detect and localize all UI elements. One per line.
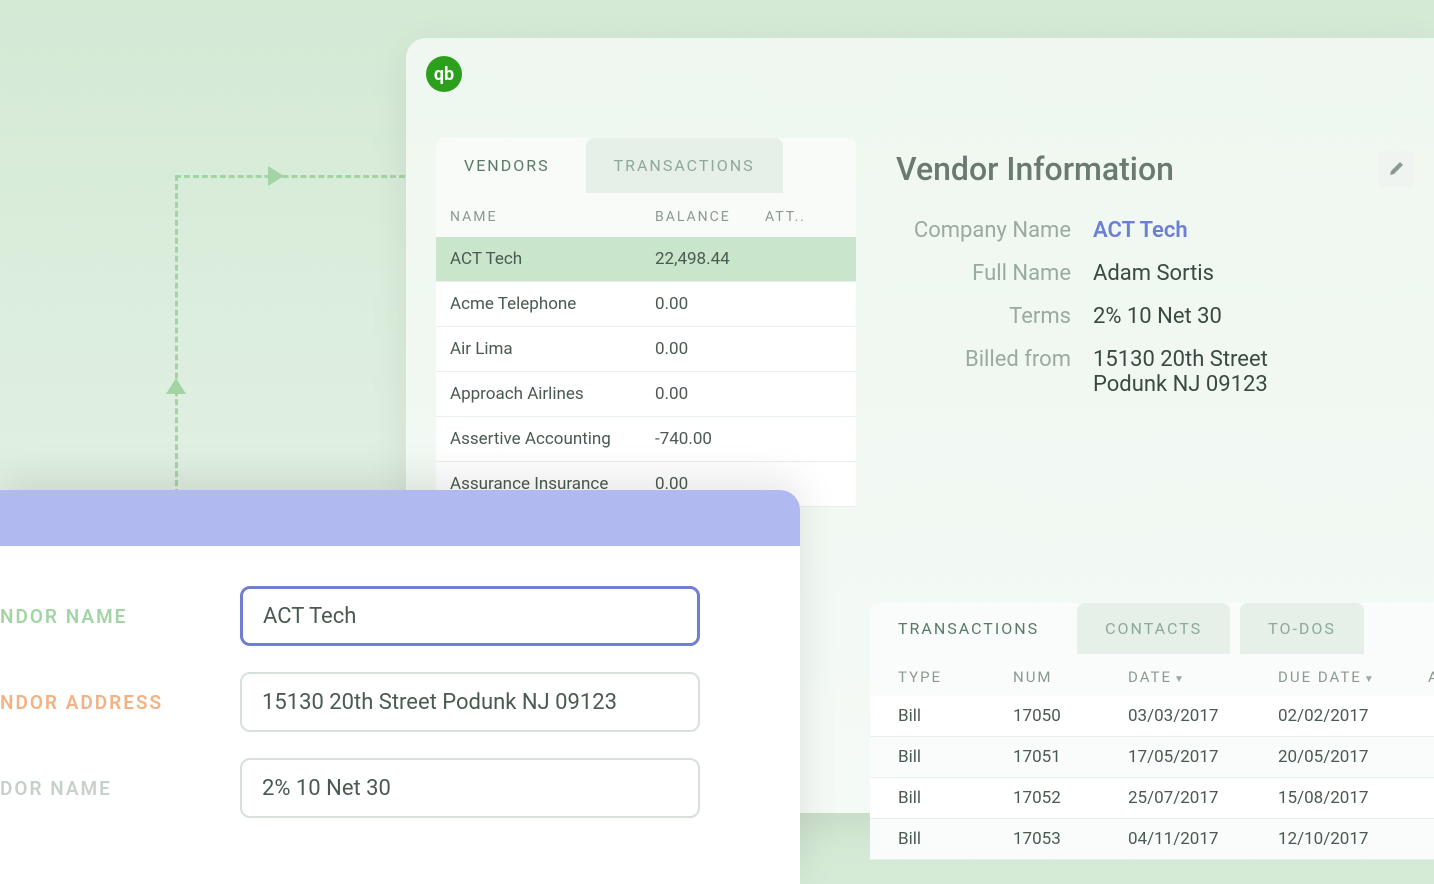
- trans-num-cell: 17053: [1013, 829, 1128, 849]
- vendor-att-cell: [765, 384, 842, 404]
- tab-transactions-bottom[interactable]: TRANSACTIONS: [870, 603, 1067, 654]
- vendors-list-panel: VENDORS TRANSACTIONS NAME BALANCE ATT.. …: [436, 138, 856, 507]
- trans-date-cell: 03/03/2017: [1128, 706, 1278, 726]
- vendor-name-cell: Acme Telephone: [450, 294, 655, 314]
- vendor-balance-cell: 0.00: [655, 294, 765, 314]
- vendor-terms-input[interactable]: 2% 10 Net 30: [240, 758, 700, 818]
- transactions-panel: TRANSACTIONS CONTACTS TO-DOS TYPE NUM DA…: [870, 603, 1434, 860]
- edit-button[interactable]: [1378, 151, 1414, 187]
- tab-transactions[interactable]: TRANSACTIONS: [586, 138, 783, 193]
- trans-due-cell: 20/05/2017: [1278, 747, 1428, 767]
- vendor-terms-label: DOR NAME: [0, 777, 180, 800]
- vendor-att-cell: [765, 339, 842, 359]
- table-row[interactable]: Bill1705003/03/201702/02/2017: [870, 696, 1434, 737]
- arrow-up-icon: [166, 378, 186, 394]
- pencil-icon: [1388, 161, 1404, 177]
- vendor-name-cell: ACT Tech: [450, 249, 655, 269]
- trans-type-cell: Bill: [898, 706, 1013, 726]
- billed-from-line2: Podunk NJ 09123: [1093, 372, 1268, 397]
- sort-icon: ▼: [1174, 674, 1186, 685]
- vendor-form-overlay: NDOR NAME ACT Tech NDOR ADDRESS 15130 20…: [0, 490, 800, 884]
- vendor-balance-cell: 0.00: [655, 339, 765, 359]
- terms-label: Terms: [896, 304, 1071, 329]
- vendor-att-cell: [765, 249, 842, 269]
- vendor-name-cell: Air Lima: [450, 339, 655, 359]
- vendor-balance-cell: 0.00: [655, 384, 765, 404]
- vendor-address-input[interactable]: 15130 20th Street Podunk NJ 09123: [240, 672, 700, 732]
- header-account[interactable]: A: [1428, 668, 1434, 686]
- vendor-tabs: VENDORS TRANSACTIONS: [436, 138, 856, 193]
- tab-todos[interactable]: TO-DOS: [1240, 603, 1364, 654]
- decoration-dashed-line: [175, 175, 405, 495]
- table-row[interactable]: Assertive Accounting-740.00: [436, 417, 856, 462]
- billed-from-value: 15130 20th Street Podunk NJ 09123: [1093, 347, 1268, 397]
- table-row[interactable]: Bill1705117/05/201720/05/2017: [870, 737, 1434, 778]
- header-num[interactable]: NUM: [1013, 668, 1128, 686]
- trans-date-cell: 04/11/2017: [1128, 829, 1278, 849]
- terms-value: 2% 10 Net 30: [1093, 304, 1222, 329]
- arrow-right-icon: [268, 166, 284, 186]
- trans-num-cell: 17052: [1013, 788, 1128, 808]
- table-row[interactable]: ACT Tech22,498.44: [436, 237, 856, 282]
- vendor-name-input[interactable]: ACT Tech: [240, 586, 700, 646]
- header-due-date[interactable]: DUE DATE▼: [1278, 668, 1428, 686]
- header-date[interactable]: DATE▼: [1128, 668, 1278, 686]
- trans-type-cell: Bill: [898, 829, 1013, 849]
- vendor-info-title: Vendor Information: [896, 150, 1174, 188]
- form-title-bar: [0, 490, 800, 546]
- vendor-address-label: NDOR ADDRESS: [0, 691, 180, 714]
- trans-due-cell: 02/02/2017: [1278, 706, 1428, 726]
- billed-from-line1: 15130 20th Street: [1093, 347, 1268, 372]
- transactions-table-header: TYPE NUM DATE▼ DUE DATE▼ A: [870, 654, 1434, 696]
- sort-icon: ▼: [1364, 674, 1376, 685]
- vendor-table-header: NAME BALANCE ATT..: [436, 193, 856, 237]
- vendor-name-cell: Assertive Accounting: [450, 429, 655, 449]
- company-name-value: ACT Tech: [1093, 218, 1188, 243]
- header-balance[interactable]: BALANCE: [655, 209, 765, 225]
- header-attachments[interactable]: ATT..: [765, 209, 842, 225]
- vendor-info-section: Vendor Information Company Name ACT Tech…: [896, 150, 1414, 415]
- company-name-label: Company Name: [896, 218, 1071, 243]
- trans-type-cell: Bill: [898, 747, 1013, 767]
- table-row[interactable]: Air Lima0.00: [436, 327, 856, 372]
- table-row[interactable]: Bill1705304/11/201712/10/2017: [870, 819, 1434, 860]
- tab-contacts[interactable]: CONTACTS: [1077, 603, 1230, 654]
- trans-date-cell: 25/07/2017: [1128, 788, 1278, 808]
- full-name-value: Adam Sortis: [1093, 261, 1214, 286]
- header-type[interactable]: TYPE: [898, 668, 1013, 686]
- trans-due-cell: 15/08/2017: [1278, 788, 1428, 808]
- tab-vendors[interactable]: VENDORS: [436, 138, 578, 193]
- full-name-label: Full Name: [896, 261, 1071, 286]
- vendor-att-cell: [765, 294, 842, 314]
- vendor-name-cell: Approach Airlines: [450, 384, 655, 404]
- trans-due-cell: 12/10/2017: [1278, 829, 1428, 849]
- trans-num-cell: 17050: [1013, 706, 1128, 726]
- trans-num-cell: 17051: [1013, 747, 1128, 767]
- trans-type-cell: Bill: [898, 788, 1013, 808]
- trans-date-cell: 17/05/2017: [1128, 747, 1278, 767]
- vendor-att-cell: [765, 429, 842, 449]
- vendor-balance-cell: 22,498.44: [655, 249, 765, 269]
- billed-from-label: Billed from: [896, 347, 1071, 397]
- vendor-balance-cell: -740.00: [655, 429, 765, 449]
- table-row[interactable]: Approach Airlines0.00: [436, 372, 856, 417]
- table-row[interactable]: Acme Telephone0.00: [436, 282, 856, 327]
- quickbooks-logo-icon: qb: [426, 56, 462, 92]
- header-name[interactable]: NAME: [450, 209, 655, 225]
- vendor-name-label: NDOR NAME: [0, 605, 180, 628]
